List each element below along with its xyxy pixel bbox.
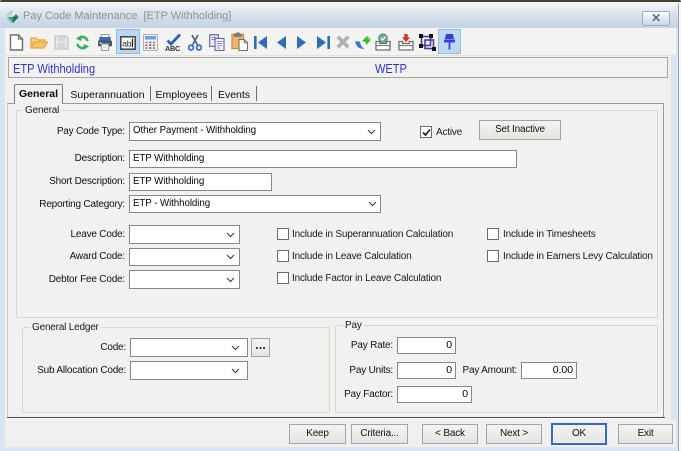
svg-text:ab: ab bbox=[122, 39, 132, 49]
svg-text:ABC: ABC bbox=[165, 44, 180, 52]
